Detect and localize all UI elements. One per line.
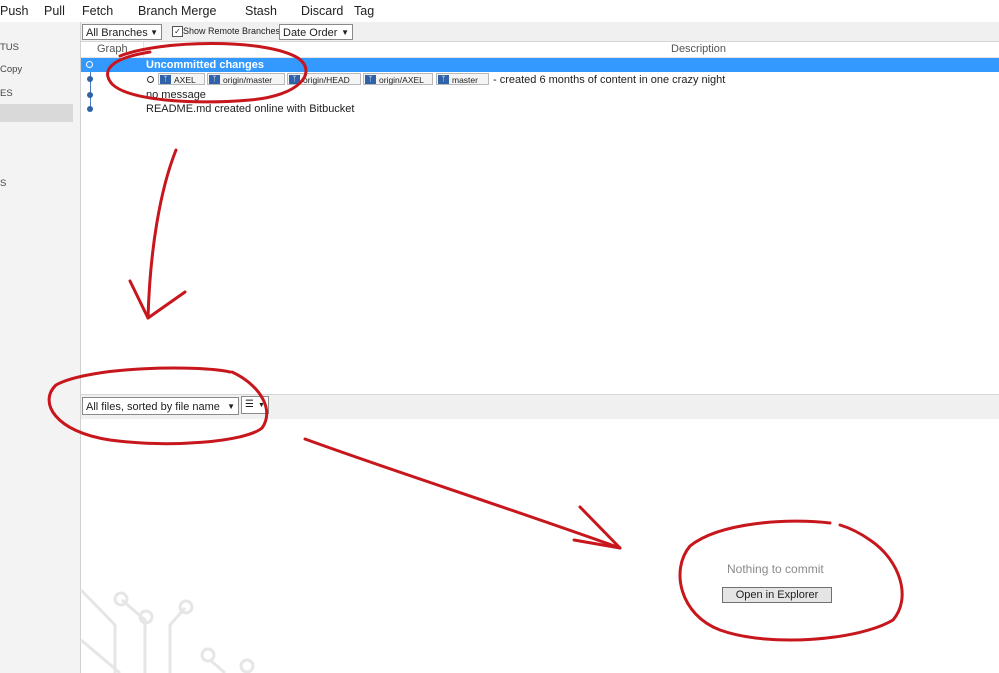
discard-button[interactable]: Discard [301,4,343,18]
chevron-down-icon: ▼ [150,28,158,37]
list-icon: ☰ [245,399,254,410]
branch-tag-label: AXEL [174,75,196,85]
branch-icon: ᛉ [209,75,220,84]
pull-button[interactable]: Pull [44,4,65,18]
show-remote-checkbox[interactable]: ✓ [172,26,183,37]
sidebar-section-status: TUS [0,42,19,53]
branch-icon: ᛉ [438,75,449,84]
branch-icon: ᛉ [160,75,171,84]
annotation-circle-empty-state [678,519,904,642]
chevron-down-icon: ▼ [257,402,265,409]
branch-tag-axel[interactable]: ᛉ AXEL [158,73,205,85]
sidebar-section-branches: ES [0,88,13,99]
fetch-button[interactable]: Fetch [82,4,113,18]
branch-tag-origin-axel[interactable]: ᛉ origin/AXEL [363,73,433,85]
order-select-value: Date Order [283,27,338,39]
file-sort-select[interactable]: All files, sorted by file name ▼ [82,397,239,415]
annotation-arrowhead [572,505,622,550]
description-column-header[interactable]: Description [671,43,726,55]
branch-tag-label: origin/AXEL [379,75,424,85]
branch-tag-origin-head[interactable]: ᛉ origin/HEAD [287,73,361,85]
sidebar-section-other: S [0,178,7,189]
file-sort-value: All files, sorted by file name [86,401,220,413]
open-in-explorer-button[interactable]: Open in Explorer [722,587,832,603]
commit-message[interactable]: README.md created online with Bitbucket [146,103,354,115]
commit-node-icon [87,106,93,112]
commit-message[interactable]: no message [146,89,206,101]
branch-tag-master[interactable]: ᛉ master [436,73,489,85]
sidebar: TUS Copy ES S [0,22,81,673]
column-divider[interactable] [143,42,144,57]
commit-message[interactable]: - created 6 months of content in one cra… [493,74,725,86]
branch-tag-label: origin/HEAD [303,75,350,85]
toolbar: Push Pull Fetch Branch Merge Stash Disca… [0,0,999,22]
head-marker-icon [147,76,154,83]
nothing-to-commit-message: Nothing to commit [727,562,824,576]
annotation-arrow-down [146,148,178,320]
branch-tag-label: origin/master [223,75,273,85]
uncommitted-node-icon [86,61,93,68]
branch-icon: ᛉ [289,75,300,84]
sidebar-item-working-copy[interactable]: Copy [0,64,22,75]
branches-select[interactable]: All Branches ▼ [82,24,162,40]
show-remote-label: Show Remote Branches [183,26,281,36]
tag-button[interactable]: Tag [354,4,374,18]
order-select[interactable]: Date Order ▼ [279,24,353,40]
view-mode-button[interactable]: ☰ ▼ [241,396,269,414]
commit-node-icon [87,92,93,98]
uncommitted-changes-label: Uncommitted changes [146,59,264,71]
branches-select-value: All Branches [86,27,148,39]
annotation-arrowhead [128,279,187,320]
commit-node-icon [87,76,93,82]
chevron-down-icon: ▼ [227,402,235,411]
branch-button[interactable]: Branch [138,4,178,18]
graph-column-header[interactable]: Graph [97,43,128,55]
merge-button[interactable]: Merge [181,4,216,18]
push-button[interactable]: Push [0,4,29,18]
branch-tag-label: master [452,75,478,85]
commit-list-header: Graph Description [81,42,999,58]
annotation-arrow-right [303,437,622,550]
stash-button[interactable]: Stash [245,4,277,18]
branch-icon: ᛉ [365,75,376,84]
chevron-down-icon: ▼ [341,28,349,37]
log-filter-bar: All Branches ▼ ✓ Show Remote Branches Da… [81,22,999,42]
branch-tag-origin-master[interactable]: ᛉ origin/master [207,73,285,85]
sidebar-item-selected[interactable] [0,104,73,122]
